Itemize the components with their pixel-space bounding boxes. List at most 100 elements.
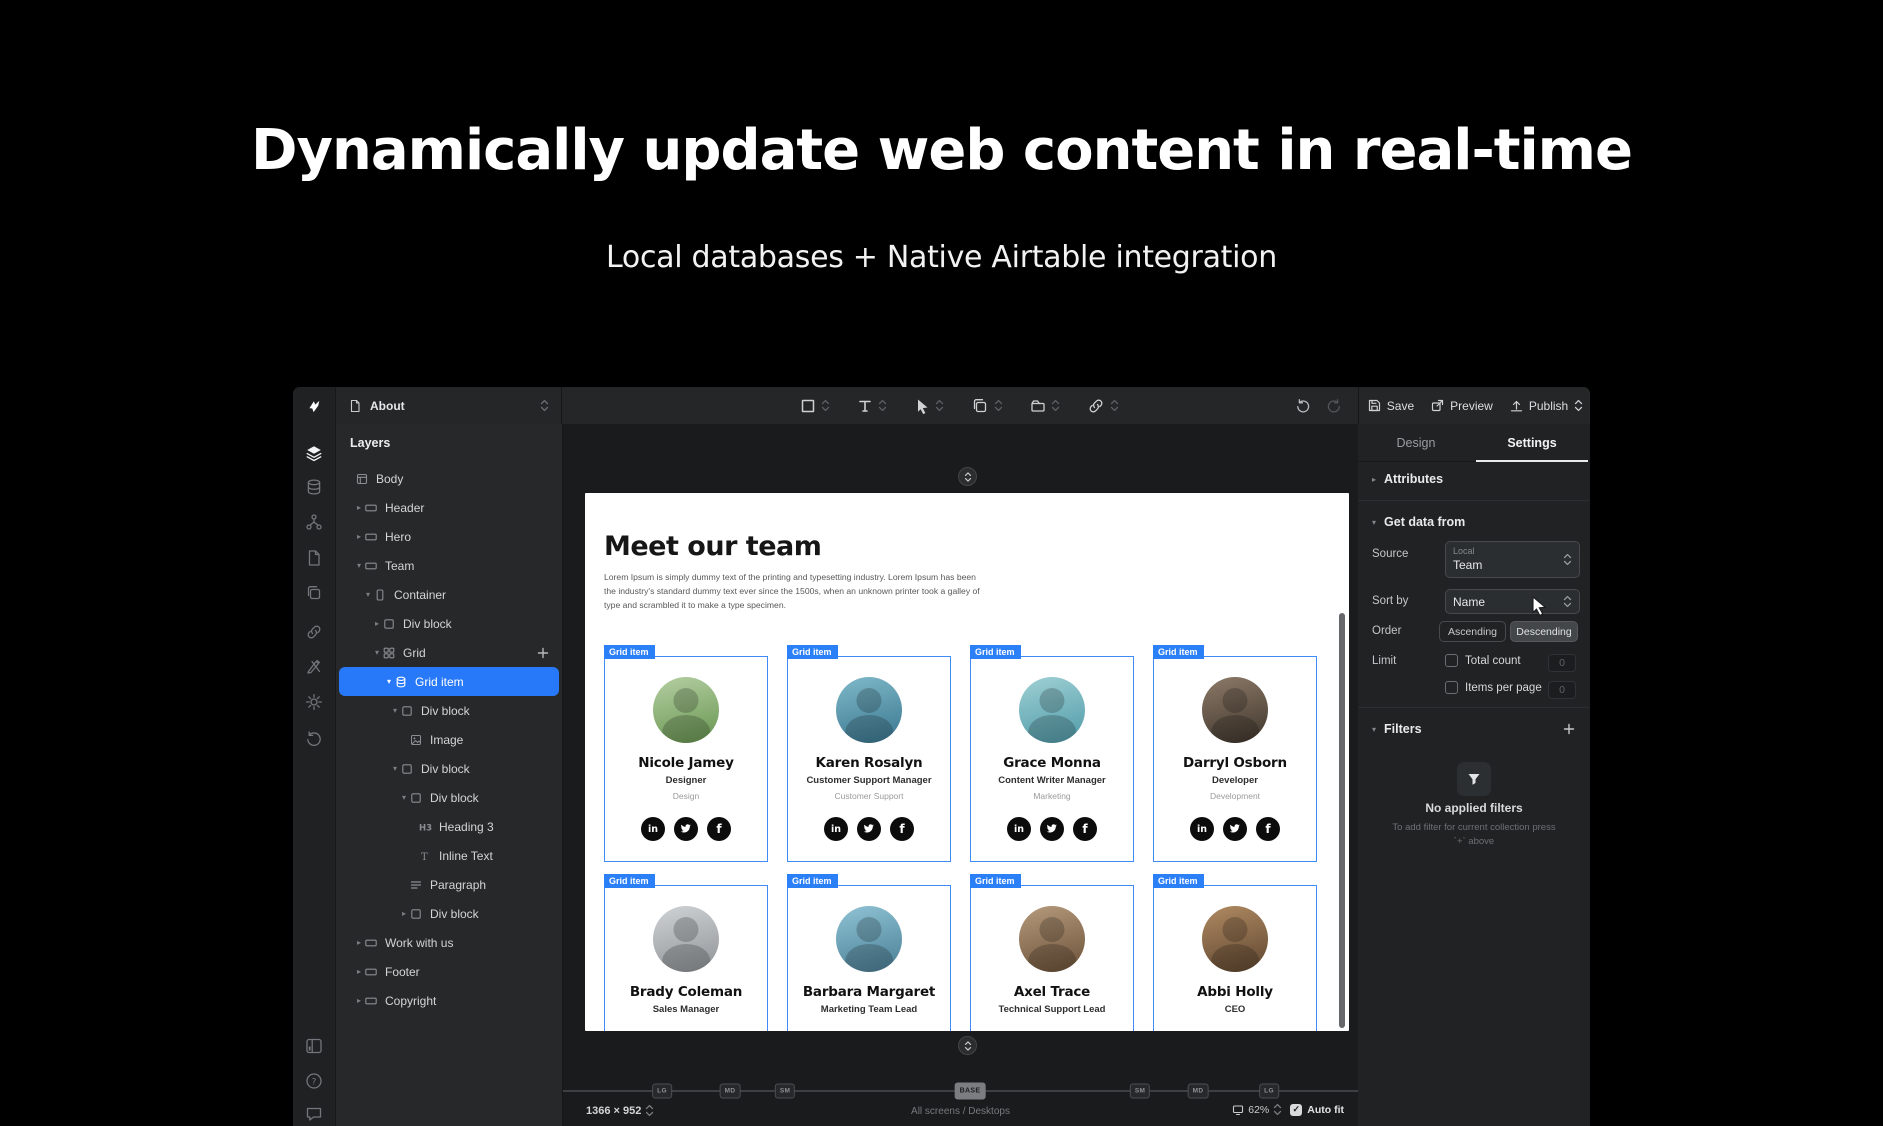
breakpoint-md-badge[interactable]: MD xyxy=(1187,1083,1209,1099)
canvas-size-stepper-icon[interactable] xyxy=(645,1104,654,1117)
layer-row-container[interactable]: ▾ Container xyxy=(336,580,562,609)
page-icon[interactable] xyxy=(305,549,323,567)
layer-row-div-block[interactable]: ▸ Div block xyxy=(336,899,562,928)
rect-tool-stepper-icon[interactable] xyxy=(821,399,830,412)
grid-item-card[interactable]: Grid item Grace Monna Content Writer Manag… xyxy=(970,644,1134,862)
grid-item-card[interactable]: Grid item Darryl Osborn Developer Developme… xyxy=(1153,644,1317,862)
breakpoint-base-badge[interactable]: BASE xyxy=(954,1082,986,1100)
copy-tool-button[interactable] xyxy=(971,397,1003,415)
help-icon[interactable]: ? xyxy=(305,1072,323,1090)
layer-row-grid-item[interactable]: ▾ Grid item xyxy=(339,667,559,696)
caret-closed-icon[interactable]: ▸ xyxy=(353,938,365,947)
caret-closed-icon[interactable]: ▸ xyxy=(353,996,365,1005)
caret-closed-icon[interactable]: ▸ xyxy=(353,503,365,512)
caret-open-icon[interactable]: ▾ xyxy=(353,561,365,570)
total-count-input[interactable] xyxy=(1548,654,1576,672)
page-switcher-stepper-icon[interactable] xyxy=(540,399,549,412)
zoom-stepper-icon[interactable] xyxy=(1273,1103,1282,1116)
layer-row-inline-text[interactable]: T Inline Text xyxy=(336,841,562,870)
layer-row-footer[interactable]: ▸ Footer xyxy=(336,957,562,986)
copy-icon[interactable] xyxy=(305,584,323,602)
canvas-size-control[interactable]: 1366 × 952 xyxy=(586,1104,654,1117)
breakpoint-lg-badge[interactable]: LG xyxy=(652,1083,672,1099)
link-tool-button[interactable] xyxy=(1087,397,1119,415)
chat-icon[interactable] xyxy=(305,1105,323,1123)
folder-tool-button[interactable] xyxy=(1030,398,1060,414)
layer-row-copyright[interactable]: ▸ Copyright xyxy=(336,986,562,1015)
history-icon[interactable] xyxy=(305,730,323,748)
caret-closed-icon[interactable]: ▸ xyxy=(398,909,410,918)
facebook-icon[interactable]: f xyxy=(1073,817,1097,841)
twitter-icon[interactable] xyxy=(1040,817,1064,841)
sort-by-select[interactable]: Name xyxy=(1445,589,1580,614)
link-icon[interactable] xyxy=(305,623,323,641)
facebook-icon[interactable]: f xyxy=(707,817,731,841)
panels-icon[interactable] xyxy=(305,1037,323,1055)
canvas[interactable]: Meet our team Lorem Ipsum is simply dumm… xyxy=(563,424,1358,1126)
twitter-icon[interactable] xyxy=(674,817,698,841)
redo-icon[interactable] xyxy=(1326,398,1342,414)
copy-tool-stepper-icon[interactable] xyxy=(994,399,1003,412)
linkedin-icon[interactable]: in xyxy=(824,817,848,841)
text-tool-stepper-icon[interactable] xyxy=(878,399,887,412)
add-filter-button[interactable] xyxy=(1562,722,1576,736)
source-select[interactable]: Local Team xyxy=(1445,541,1580,578)
tab-design[interactable]: Design xyxy=(1358,424,1474,461)
canvas-resize-handle-top[interactable] xyxy=(958,467,977,486)
grid-item-card[interactable]: Grid item Karen Rosalyn Customer Support M… xyxy=(787,644,951,862)
flow-icon[interactable] xyxy=(305,513,323,531)
get-data-section-header[interactable]: ▾ Get data from xyxy=(1372,515,1465,529)
publish-button[interactable]: Publish xyxy=(1509,398,1583,413)
caret-closed-icon[interactable]: ▸ xyxy=(371,619,383,628)
layer-row-div-block[interactable]: ▾ Div block xyxy=(336,783,562,812)
layer-row-paragraph[interactable]: Paragraph xyxy=(336,870,562,899)
caret-open-icon[interactable]: ▾ xyxy=(362,590,374,599)
layer-row-div-block[interactable]: ▸ Div block xyxy=(336,609,562,638)
twitter-icon[interactable] xyxy=(857,817,881,841)
rect-tool-button[interactable] xyxy=(800,398,830,414)
layer-row-team[interactable]: ▾ Team xyxy=(336,551,562,580)
design-page[interactable]: Meet our team Lorem Ipsum is simply dumm… xyxy=(585,493,1349,1031)
text-tool-button[interactable] xyxy=(857,398,887,414)
page-heading[interactable]: Meet our team xyxy=(604,531,1349,562)
grid-item-card[interactable]: Grid item Nicole Jamey Designer Design in f xyxy=(604,644,768,862)
grid-item-card[interactable]: Grid itemAbbi HollyCEOinf xyxy=(1153,873,1317,1031)
undo-icon[interactable] xyxy=(1295,398,1311,414)
page-paragraph[interactable]: Lorem Ipsum is simply dummy text of the … xyxy=(604,571,982,613)
caret-open-icon[interactable]: ▾ xyxy=(371,648,383,657)
grid-item-card[interactable]: Grid item Barbara Margaret Marketing Team … xyxy=(787,873,951,1031)
grid-item-card[interactable]: Grid item Axel Trace Technical Support Lea… xyxy=(970,873,1134,1031)
layer-row-body[interactable]: Body xyxy=(336,464,562,493)
layer-row-grid[interactable]: ▾ Grid xyxy=(336,638,562,667)
caret-closed-icon[interactable]: ▸ xyxy=(353,967,365,976)
screens-label[interactable]: All screens / Desktops xyxy=(911,1106,1010,1117)
page-scrollbar-thumb[interactable] xyxy=(1339,613,1345,1028)
filters-section-header[interactable]: ▾ Filters xyxy=(1372,722,1422,736)
breakpoint-sm-badge[interactable]: SM xyxy=(774,1083,796,1099)
total-count-checkbox[interactable] xyxy=(1445,654,1458,667)
layer-row-heading-3[interactable]: H3 Heading 3 xyxy=(336,812,562,841)
gear-icon[interactable] xyxy=(305,693,323,711)
page-switcher[interactable]: About xyxy=(335,387,562,424)
twitter-icon[interactable] xyxy=(1223,817,1247,841)
ascending-button[interactable]: Ascending xyxy=(1439,621,1506,642)
breakpoint-md-badge[interactable]: MD xyxy=(719,1083,741,1099)
caret-closed-icon[interactable]: ▸ xyxy=(353,532,365,541)
cursor-tool-button[interactable] xyxy=(914,398,944,414)
attributes-section-header[interactable]: ▸ Attributes xyxy=(1372,472,1443,486)
layer-row-work-with-us[interactable]: ▸ Work with us xyxy=(336,928,562,957)
app-logo-icon[interactable] xyxy=(293,387,336,424)
caret-open-icon[interactable]: ▾ xyxy=(398,793,410,802)
caret-open-icon[interactable]: ▾ xyxy=(389,764,401,773)
facebook-icon[interactable]: f xyxy=(890,817,914,841)
database-icon[interactable] xyxy=(305,478,323,496)
auto-fit-checkbox[interactable]: ✓ xyxy=(1290,1103,1303,1116)
zoom-control[interactable]: 62% xyxy=(1232,1103,1282,1116)
save-button[interactable]: Save xyxy=(1367,398,1414,413)
facebook-icon[interactable]: f xyxy=(1256,817,1280,841)
breakpoint-lg-badge[interactable]: LG xyxy=(1259,1083,1279,1099)
canvas-resize-handle-bottom[interactable] xyxy=(958,1036,977,1055)
layer-row-image[interactable]: Image xyxy=(336,725,562,754)
layers-icon[interactable] xyxy=(305,444,323,462)
descending-button[interactable]: Descending xyxy=(1510,621,1578,642)
